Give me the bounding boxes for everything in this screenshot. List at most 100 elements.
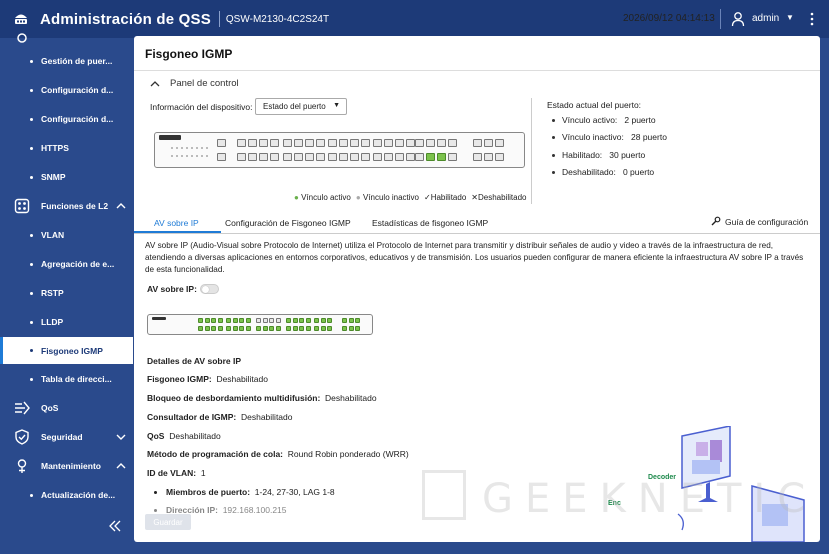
main-content: Fisgoneo IGMP Panel de control Informaci… [134, 36, 820, 542]
switch-port [437, 153, 446, 161]
user-icon[interactable] [731, 11, 745, 27]
sidebar-item-lldp[interactable]: LLDP [0, 311, 133, 333]
status-led [196, 147, 198, 149]
switch-port [384, 153, 393, 161]
status-led [191, 147, 193, 149]
switch-port [342, 326, 347, 331]
switch-panel-diagram [154, 132, 525, 168]
switch-port [256, 326, 261, 331]
title-divider [218, 11, 220, 27]
switch-port [426, 139, 435, 147]
switch-port [248, 153, 257, 161]
switch-port [361, 153, 370, 161]
bullet-dot [30, 175, 33, 179]
av-details-title: Detalles de AV sobre IP [147, 356, 242, 366]
status-row-enabled: Habilitado: 30 puerto [552, 150, 645, 160]
switch-port [395, 153, 404, 161]
av-over-ip-label: AV sobre IP: [147, 284, 197, 294]
switch-port [473, 153, 482, 161]
sidebar-item-label: LLDP [41, 317, 64, 327]
switch-port [237, 153, 246, 161]
switch-port [226, 326, 231, 331]
bullet-dot [30, 233, 33, 237]
status-row-disabled: Deshabilitado: 0 puerto [552, 167, 654, 177]
switch-port [327, 326, 332, 331]
legend-inactive: ● Vínculo inactivo [355, 193, 419, 202]
settings-icon [17, 33, 27, 43]
bullet-dot [30, 320, 33, 324]
sidebar: Gestión de puer... Configuración d... Co… [0, 33, 133, 554]
save-button[interactable]: Guardar [145, 514, 191, 530]
chevron-up-icon[interactable] [150, 80, 160, 88]
switch-port [328, 153, 337, 161]
watermark-logo: GEEKNETIC [420, 470, 805, 522]
switch-port [484, 139, 493, 147]
switch-port [217, 139, 226, 147]
sidebar-item-address-table[interactable]: Tabla de direcci... [0, 368, 133, 390]
switch-port [286, 318, 291, 323]
tab-igmp-statistics[interactable]: Estadísticas de fisgoneo IGMP [372, 218, 488, 228]
qnap-logo [152, 317, 166, 320]
switch-port [305, 318, 311, 323]
tab-igmp-config[interactable]: Configuración de Fisgoneo IGMP [225, 218, 351, 228]
config-guide-label: Guía de configuración [725, 216, 809, 227]
status-led [206, 155, 208, 157]
switch-port [256, 318, 261, 323]
sidebar-item-config-2[interactable]: Configuración d... [0, 108, 133, 130]
tab-av-over-ip[interactable]: AV sobre IP [154, 218, 199, 228]
sidebar-item-config-1[interactable]: Configuración d... [0, 79, 133, 101]
user-name[interactable]: admin [752, 13, 779, 24]
sidebar-item-vlan[interactable]: VLAN [0, 224, 133, 246]
sidebar-item-igmp-snooping[interactable]: Fisgoneo IGMP [0, 337, 133, 364]
sidebar-item-link-aggregation[interactable]: Agregación de e... [0, 253, 133, 275]
switch-port [495, 139, 504, 147]
switch-port [305, 139, 314, 147]
detail-multicast-flood-block: Bloqueo de desbordamiento multidifusión:… [147, 393, 377, 403]
more-vertical-icon[interactable] [809, 11, 815, 27]
sidebar-item-snmp[interactable]: SNMP [0, 166, 133, 188]
qnap-logo [159, 135, 181, 140]
switch-port [217, 318, 223, 323]
sidebar-group-security[interactable]: Seguridad [0, 426, 133, 448]
watermark-box [422, 470, 466, 520]
switch-port [299, 318, 304, 323]
chevron-up-icon[interactable] [116, 202, 126, 210]
sidebar-item-port-management[interactable]: Gestión de puer... [0, 50, 133, 72]
sidebar-item-label: Fisgoneo IGMP [41, 345, 103, 356]
switch-port [406, 153, 415, 161]
chevron-down-icon[interactable] [116, 433, 126, 441]
sidebar-group-maintenance[interactable]: Mantenimiento [0, 455, 133, 477]
sidebar-group-qos[interactable]: QoS [0, 397, 133, 419]
switch-port [262, 326, 268, 331]
collapse-sidebar-icon[interactable] [108, 520, 122, 532]
switch-port [198, 326, 203, 331]
switch-port [217, 153, 226, 161]
switch-port [339, 139, 348, 147]
control-panel-toggle[interactable]: Panel de control [150, 78, 239, 89]
sidebar-item-rstp[interactable]: RSTP [0, 282, 133, 304]
user-menu-caret-icon[interactable]: ▼ [786, 13, 794, 22]
switch-port [239, 326, 244, 331]
detail-igmp-querier: Consultador de IGMP: Deshabilitado [147, 412, 293, 422]
switch-port [275, 326, 281, 331]
switch-port [269, 326, 274, 331]
switch-port [320, 318, 326, 323]
switch-port [204, 326, 210, 331]
sidebar-item-firmware-update[interactable]: Actualización de... [0, 484, 133, 506]
legend-disabled: ✕Deshabilitado [471, 193, 527, 202]
bullet-dot [30, 377, 33, 381]
device-info-select[interactable]: Estado del puerto ▼ [255, 98, 347, 115]
sidebar-group-l2-functions[interactable]: Funciones de L2 [0, 195, 133, 217]
switch-port [484, 153, 493, 161]
status-led [176, 155, 178, 157]
sidebar-item-label: Configuración d... [41, 85, 114, 95]
av-over-ip-toggle[interactable] [200, 284, 219, 294]
detail-igmp-snooping: Fisgoneo IGMP: Deshabilitado [147, 374, 268, 384]
switch-port [294, 139, 303, 147]
dropdown-caret-icon: ▼ [333, 102, 340, 109]
config-guide-link[interactable]: Guía de configuración [710, 216, 808, 227]
sidebar-item-https[interactable]: HTTPS [0, 137, 133, 159]
switch-port [226, 318, 231, 323]
chevron-up-icon[interactable] [116, 462, 126, 470]
switch-port [348, 318, 354, 323]
